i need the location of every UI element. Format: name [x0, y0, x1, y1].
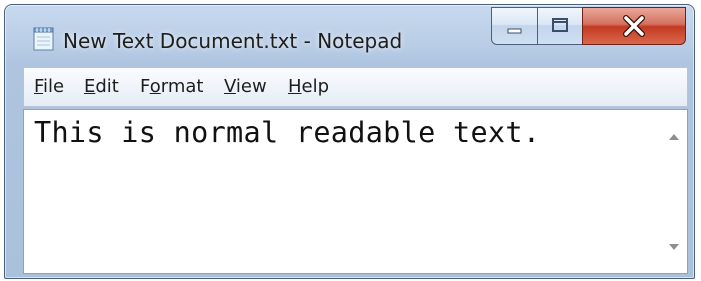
minimize-icon	[507, 28, 522, 34]
scroll-up-arrow-icon[interactable]	[669, 134, 679, 140]
notepad-icon[interactable]	[33, 27, 55, 51]
vertical-scrollbar[interactable]	[663, 110, 687, 273]
menu-help[interactable]: Help	[286, 76, 331, 97]
minimize-button[interactable]	[491, 7, 538, 45]
text-editor[interactable]: This is normal readable text.	[23, 109, 688, 274]
editor-content[interactable]: This is normal readable text.	[34, 116, 540, 149]
menu-file[interactable]: File	[32, 76, 66, 97]
maximize-button[interactable]	[537, 7, 583, 45]
close-icon	[623, 15, 645, 37]
menu-edit[interactable]: Edit	[82, 76, 121, 97]
close-button[interactable]	[582, 7, 686, 45]
menu-bar: File Edit Format View Help	[23, 67, 688, 107]
caption-buttons	[491, 7, 687, 45]
title-bar[interactable]: New Text Document.txt - Notepad	[5, 5, 694, 63]
menu-format[interactable]: Format	[138, 76, 205, 97]
scroll-down-arrow-icon[interactable]	[669, 244, 679, 250]
maximize-icon	[552, 18, 568, 32]
window-title: New Text Document.txt - Notepad	[63, 29, 403, 53]
notepad-window: New Text Document.txt - Notepad File Edi…	[4, 4, 695, 279]
menu-view[interactable]: View	[222, 76, 269, 97]
